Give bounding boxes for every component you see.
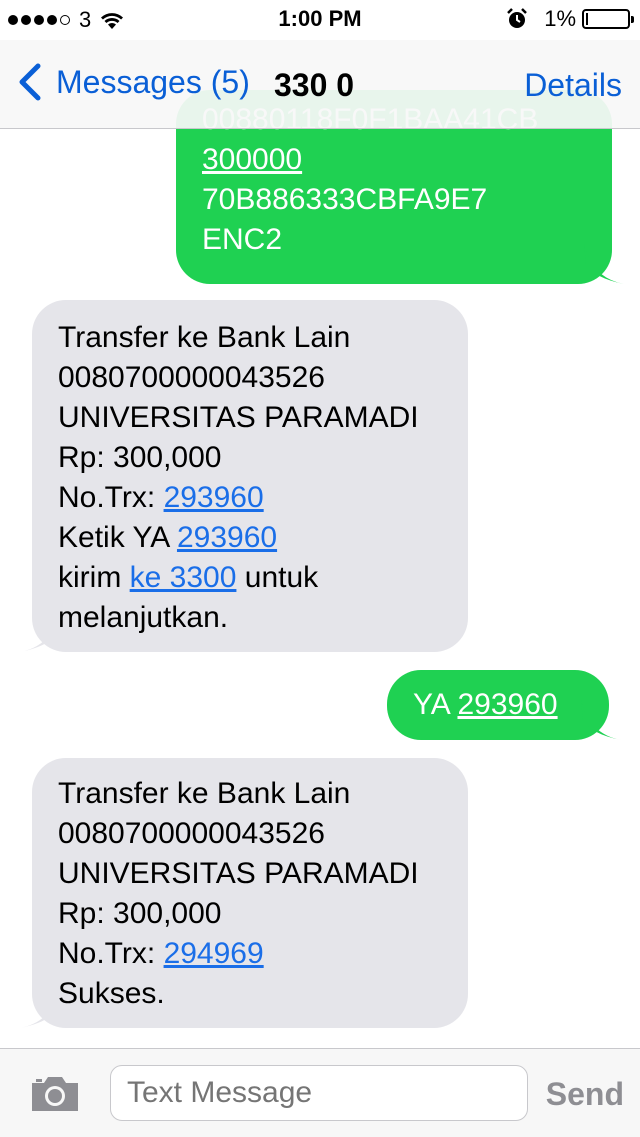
message-text-segment: 0080700000043526 — [58, 361, 325, 394]
message-text-segment: kirim — [58, 561, 130, 594]
message-text-segment: YA — [413, 688, 458, 721]
message-line: kirim ke 3300 untuk — [58, 558, 442, 598]
battery-icon — [582, 9, 634, 29]
message-line: Transfer ke Bank Lain — [58, 318, 442, 358]
message-line: melanjutkan. — [58, 598, 442, 638]
message-line: 0080700000043526 — [58, 814, 442, 854]
chevron-left-icon — [19, 63, 41, 101]
camera-icon[interactable] — [28, 1073, 82, 1115]
message-line: 300000 — [202, 140, 586, 180]
message-link[interactable]: 294969 — [164, 937, 264, 970]
message-text-segment: No.Trx: — [58, 481, 164, 514]
message-text: YA 293960 — [413, 685, 583, 725]
message-link[interactable]: ke 3300 — [130, 561, 237, 594]
message-line: UNIVERSITAS PARAMADI — [58, 398, 442, 438]
message-text-segment: melanjutkan. — [58, 601, 229, 634]
message-text-field[interactable] — [110, 1065, 528, 1121]
message-link[interactable]: 300000 — [202, 143, 302, 176]
message-line: No.Trx: 293960 — [58, 478, 442, 518]
message-line: 0080700000043526 — [58, 358, 442, 398]
message-text-segment: Sukses. — [58, 977, 165, 1010]
message-text: Transfer ke Bank Lain 0080700000043526 UNI… — [58, 318, 442, 638]
message-line: ENC2 — [202, 220, 586, 260]
message-text-segment: Transfer ke Bank Lain — [58, 777, 351, 810]
bubble-tail — [20, 612, 60, 652]
alarm-clock-icon — [507, 8, 528, 28]
message-line: Rp: 300,000 — [58, 438, 442, 478]
message-text-segment: 70B886333CBFA9E7 — [202, 183, 488, 216]
message-text-segment: UNIVERSITAS PARAMADI — [58, 857, 419, 890]
message-bubble-outgoing[interactable]: YA 293960 — [387, 670, 621, 740]
back-button-label: Messages (5) — [56, 63, 250, 100]
conversation[interactable]: 00880118F0F1BAA41CB30000070B886333CBFA9E… — [0, 0, 640, 1048]
message-line: YA 293960 — [413, 685, 583, 725]
battery-percentage: 1% — [544, 6, 576, 31]
message-text: Transfer ke Bank Lain 0080700000043526 UNI… — [58, 774, 442, 1014]
message-text-segment: Rp: 300,000 — [58, 441, 222, 474]
message-link[interactable]: 293960 — [457, 688, 557, 721]
message-line: No.Trx: 294969 — [58, 934, 442, 974]
message-text-segment: Transfer ke Bank Lain — [58, 321, 351, 354]
status-bar: 3 1:00 PM 1% — [0, 0, 640, 40]
message-text-segment: Rp: 300,000 — [58, 897, 222, 930]
bubble-tail — [581, 700, 621, 740]
message-text-segment: ENC2 — [202, 223, 283, 256]
message-line: Rp: 300,000 — [58, 894, 442, 934]
bubble-tail — [584, 244, 624, 284]
send-button[interactable]: Send — [546, 1076, 624, 1113]
conversation-title: 330 0 — [274, 67, 355, 103]
message-line: Transfer ke Bank Lain — [58, 774, 442, 814]
navigation-bar: Messages (5) 330 0 Details — [0, 40, 640, 129]
message-bubble-incoming[interactable]: Transfer ke Bank Lain 0080700000043526 UNI… — [20, 300, 468, 652]
message-line: UNIVERSITAS PARAMADI — [58, 854, 442, 894]
message-line: 70B886333CBFA9E7 — [202, 180, 586, 220]
message-bubble-incoming[interactable]: Transfer ke Bank Lain 0080700000043526 UNI… — [20, 758, 468, 1028]
message-text-segment: Ketik YA — [58, 521, 177, 554]
message-text-segment: UNIVERSITAS PARAMADI — [58, 401, 419, 434]
battery-level — [586, 13, 588, 25]
message-link[interactable]: 293960 — [177, 521, 277, 554]
message-text-segment: No.Trx: — [58, 937, 164, 970]
message-text-segment: 0080700000043526 — [58, 817, 325, 850]
details-button[interactable]: Details — [524, 67, 622, 104]
message-link[interactable]: 293960 — [164, 481, 264, 514]
message-text-segment: untuk — [236, 561, 319, 594]
message-line: Ketik YA 293960 — [58, 518, 442, 558]
bubble-tail — [20, 988, 60, 1028]
message-line: Sukses. — [58, 974, 442, 1014]
message-input-bar: Send — [0, 1048, 640, 1137]
back-button[interactable]: Messages (5) — [14, 62, 250, 102]
